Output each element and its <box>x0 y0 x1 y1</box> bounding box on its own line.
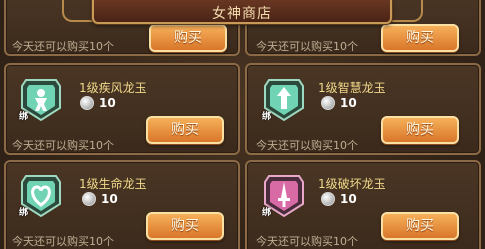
buy-button[interactable]: 购买 <box>146 212 224 240</box>
jade-item-icon[interactable]: 绑 <box>259 74 309 124</box>
jade-item-icon[interactable]: 绑 <box>16 170 66 220</box>
bound-tag: 绑 <box>262 112 272 122</box>
item-price: 10 <box>340 96 357 110</box>
shop-title-banner: 女神商店 <box>92 0 392 24</box>
purchase-limit-text: 今天还可以购买10个 <box>12 40 114 53</box>
purchase-limit-text: 今天还可以购买10个 <box>12 139 114 152</box>
item-price: 10 <box>340 192 357 206</box>
item-price: 10 <box>99 96 116 110</box>
buy-button[interactable]: 购买 <box>381 116 459 144</box>
item-name: 1级破坏龙玉 <box>318 177 386 191</box>
purchase-limit-text: 今天还可以购买10个 <box>256 235 358 248</box>
buy-button[interactable]: 购买 <box>381 24 459 52</box>
silver-coin-icon <box>321 192 335 206</box>
bound-tag: 绑 <box>262 208 272 218</box>
jade-item-icon[interactable]: 绑 <box>16 74 66 124</box>
bound-tag: 绑 <box>19 112 29 122</box>
purchase-limit-text: 今天还可以购买10个 <box>256 139 358 152</box>
silver-coin-icon <box>321 96 335 110</box>
item-name: 1级智慧龙玉 <box>318 81 386 95</box>
buy-button[interactable]: 购买 <box>381 212 459 240</box>
shop-title: 女神商店 <box>212 6 272 22</box>
item-name: 1级疾风龙玉 <box>79 81 147 95</box>
bound-tag: 绑 <box>19 208 29 218</box>
item-name: 1级生命龙玉 <box>79 177 147 191</box>
buy-button[interactable]: 购买 <box>149 24 227 52</box>
silver-coin-icon <box>80 96 94 110</box>
silver-coin-icon <box>82 192 96 206</box>
item-price: 10 <box>101 192 118 206</box>
buy-button[interactable]: 购买 <box>146 116 224 144</box>
jade-item-icon[interactable]: 绑 <box>259 170 309 220</box>
purchase-limit-text: 今天还可以购买10个 <box>256 40 358 53</box>
purchase-limit-text: 今天还可以购买10个 <box>12 235 114 248</box>
